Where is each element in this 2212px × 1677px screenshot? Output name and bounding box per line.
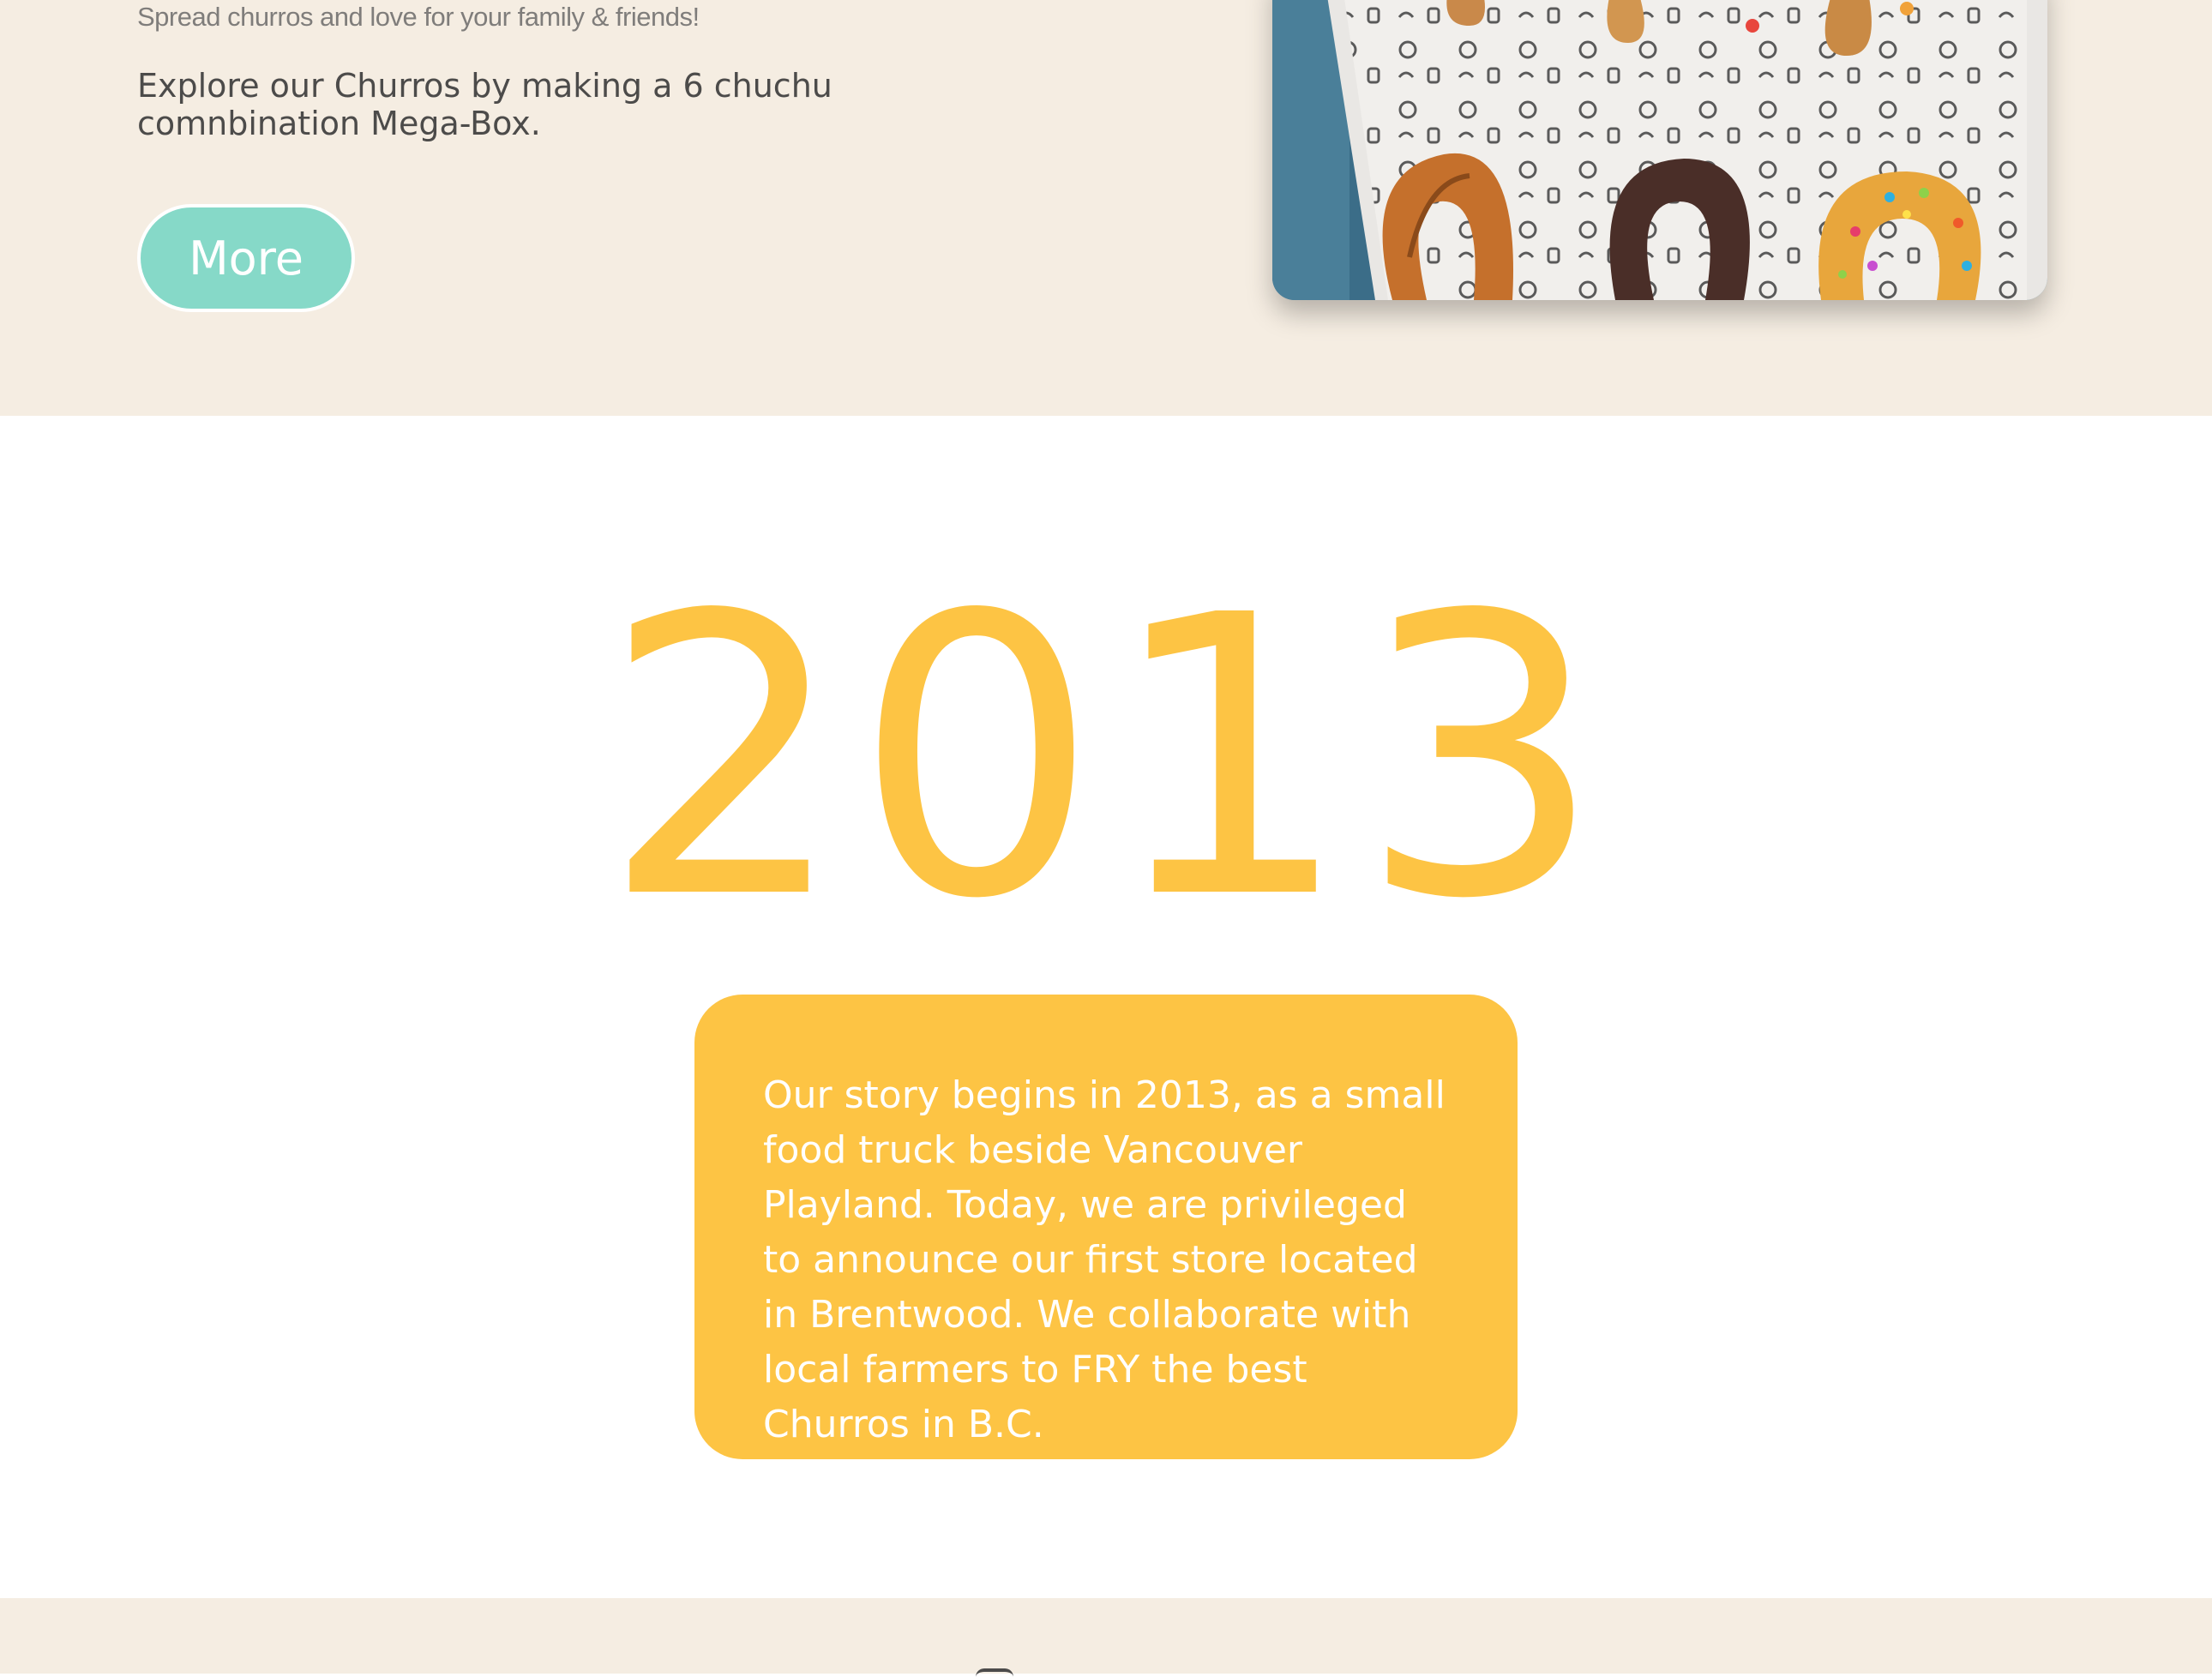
- story-year: 2013: [601, 534, 1611, 983]
- next-section-heading-fragment: [976, 1668, 1013, 1677]
- churros-box-photo: [1272, 0, 2047, 300]
- next-section: [0, 1598, 2212, 1674]
- hero-tagline: Spread churros and love for your family …: [137, 2, 700, 32]
- hero-section: Spread churros and love for your family …: [0, 0, 2212, 416]
- more-button[interactable]: More: [137, 204, 355, 312]
- story-text: Our story begins in 2013, as a small foo…: [763, 1073, 1446, 1446]
- hero-description: Explore our Churros by making a 6 chuchu…: [137, 67, 833, 142]
- story-card: Our story begins in 2013, as a small foo…: [694, 995, 1518, 1459]
